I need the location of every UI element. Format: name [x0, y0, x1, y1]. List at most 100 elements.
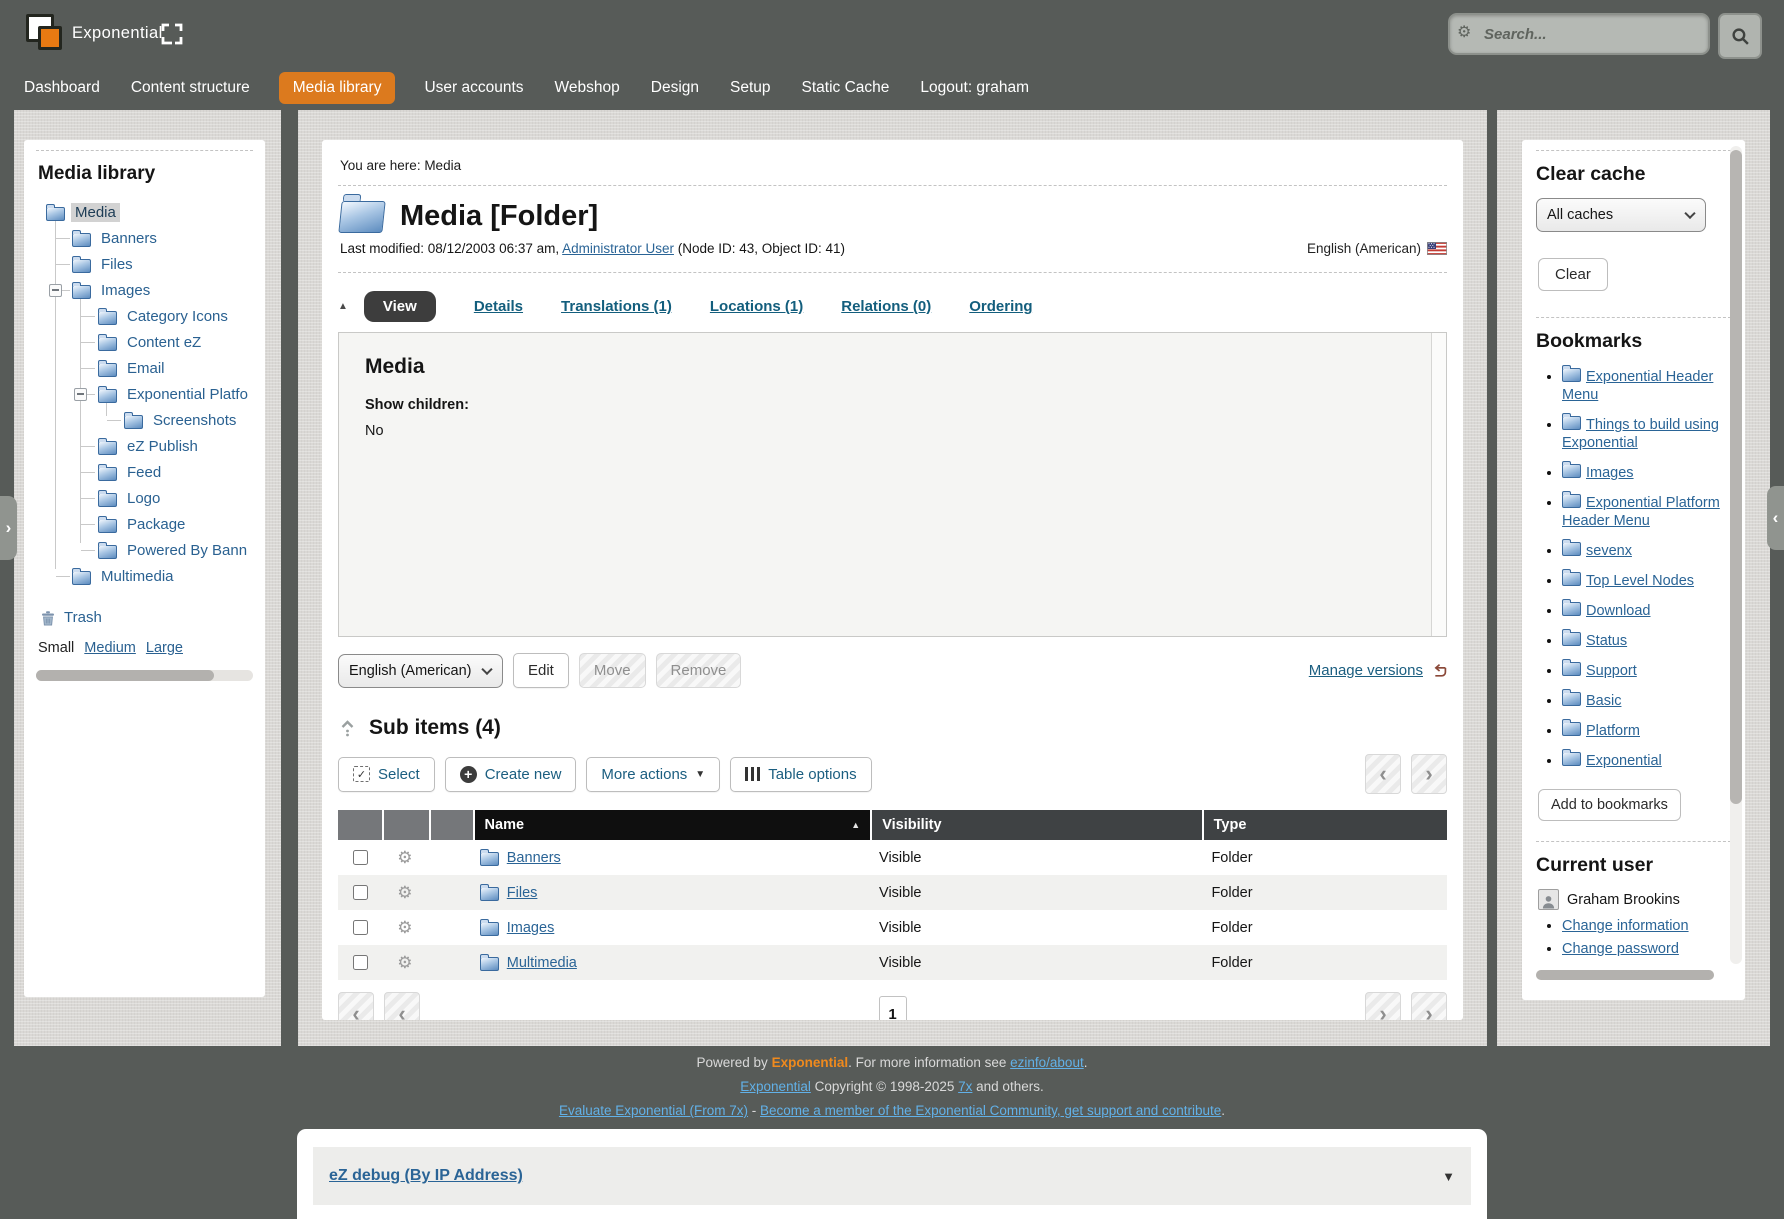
bookmark-link[interactable]: Images [1586, 465, 1634, 481]
powered-prefix: Powered by [697, 1055, 772, 1070]
select-button[interactable]: Select [338, 757, 435, 792]
nav-item[interactable]: User accounts [422, 72, 525, 104]
row-checkbox[interactable] [353, 920, 368, 935]
tree-item-link[interactable]: eZ Publish [123, 437, 202, 456]
tree-item-link[interactable]: Category Icons [123, 307, 232, 326]
sevenx-link[interactable]: 7x [958, 1079, 972, 1094]
row-checkbox[interactable] [353, 955, 368, 970]
tree-item-link[interactable]: Media [71, 203, 120, 222]
row-name-link[interactable]: Banners [507, 850, 561, 866]
bookmark-link[interactable]: Exponential [1586, 753, 1662, 769]
tree-item-link[interactable]: Banners [97, 229, 161, 248]
size-medium-link[interactable]: Medium [84, 640, 136, 656]
row-name-link[interactable]: Files [507, 885, 538, 901]
bookmark-link[interactable]: Platform [1586, 723, 1640, 739]
add-to-bookmarks-button[interactable]: Add to bookmarks [1538, 789, 1681, 821]
ez-debug-link[interactable]: eZ debug (By IP Address) [329, 1167, 523, 1185]
cache-type-select[interactable]: All caches [1536, 198, 1706, 232]
search-button[interactable] [1718, 13, 1762, 59]
row-gear-icon[interactable] [397, 953, 412, 973]
bookmark-link[interactable]: Exponential Platform Header Menu [1562, 495, 1720, 529]
tab[interactable]: Ordering [969, 298, 1032, 315]
collapse-tabs-icon[interactable] [338, 301, 348, 312]
scrollbar-thumb[interactable] [1730, 150, 1742, 804]
exponential-link[interactable]: Exponential [740, 1079, 811, 1094]
row-name-link[interactable]: Multimedia [507, 955, 577, 971]
bookmark-link[interactable]: Support [1586, 663, 1637, 679]
user-link[interactable]: Change password [1562, 941, 1679, 957]
tree-item-link[interactable]: Exponential Platfo [123, 385, 252, 404]
row-checkbox[interactable] [353, 850, 368, 865]
more-actions-button[interactable]: More actions [586, 757, 720, 792]
tree-item-link[interactable]: Images [97, 281, 154, 300]
scrollbar-thumb[interactable] [1536, 970, 1714, 980]
clear-cache-button[interactable]: Clear [1538, 258, 1608, 291]
tab[interactable]: Relations (0) [841, 298, 931, 315]
trash-link[interactable]: Trash [64, 609, 102, 626]
nav-item[interactable]: Design [649, 72, 701, 104]
tree-item-link[interactable]: Content eZ [123, 333, 205, 352]
scrollbar-thumb[interactable] [36, 670, 214, 681]
last-page-button [1411, 992, 1447, 1020]
create-new-button[interactable]: Create new [445, 757, 577, 792]
row-gear-icon[interactable] [397, 883, 412, 903]
bookmark-link[interactable]: sevenx [1586, 543, 1632, 559]
nav-item[interactable]: Logout: graham [918, 72, 1031, 104]
tree-item-link[interactable]: Files [97, 255, 137, 274]
community-link[interactable]: Become a member of the Exponential Commu… [760, 1103, 1221, 1118]
tree-item-link[interactable]: Logo [123, 489, 164, 508]
nav-item[interactable]: Setup [728, 72, 773, 104]
name-column-header[interactable]: Name [475, 810, 871, 840]
row-checkbox[interactable] [353, 885, 368, 900]
bookmark-link[interactable]: Basic [1586, 693, 1621, 709]
ezinfo-about-link[interactable]: ezinfo/about [1010, 1055, 1084, 1070]
manage-versions-link[interactable]: Manage versions [1309, 662, 1423, 679]
bookmark-link[interactable]: Top Level Nodes [1586, 573, 1694, 589]
viewbox-scrollbar-track[interactable] [1431, 333, 1446, 636]
logo-orange-square [38, 26, 62, 50]
fullscreen-icon[interactable] [160, 22, 184, 46]
nav-item[interactable]: Content structure [129, 72, 252, 104]
bookmark-item: Top Level Nodes [1562, 569, 1731, 590]
tree-item-link[interactable]: Screenshots [149, 411, 240, 430]
select-all-header-cell [338, 810, 382, 840]
nav-item[interactable]: Media library [279, 72, 396, 104]
tab[interactable]: Locations (1) [710, 298, 803, 315]
exponential-logo-icon[interactable] [26, 14, 62, 50]
bookmark-link[interactable]: Things to build using Exponential [1562, 417, 1719, 451]
row-gear-icon[interactable] [397, 848, 412, 868]
debug-expand-icon[interactable] [1442, 1169, 1455, 1184]
nav-item[interactable]: Dashboard [22, 72, 102, 104]
evaluate-link[interactable]: Evaluate Exponential (From 7x) [559, 1103, 748, 1118]
collapse-right-panel-tab[interactable] [1767, 486, 1784, 550]
tree-item-link[interactable]: Package [123, 515, 189, 534]
bookmark-link[interactable]: Exponential Header Menu [1562, 369, 1713, 403]
user-link[interactable]: Change information [1562, 918, 1689, 934]
search-input[interactable] [1448, 13, 1710, 55]
bookmark-link[interactable]: Download [1586, 603, 1651, 619]
row-gear-icon[interactable] [397, 918, 412, 938]
object-view-box: Media Show children: No [338, 332, 1447, 637]
table-row: Images Visible Folder [338, 910, 1447, 945]
bookmark-link[interactable]: Status [1586, 633, 1627, 649]
tree-collapse-icon[interactable] [74, 388, 87, 401]
language-select[interactable]: English (American) [338, 654, 503, 688]
table-options-button[interactable]: Table options [730, 757, 871, 792]
modifier-user-link[interactable]: Administrator User [562, 241, 674, 256]
edit-button[interactable]: Edit [513, 653, 569, 688]
tab[interactable]: Details [474, 298, 523, 315]
tree-item-link[interactable]: Feed [123, 463, 165, 482]
expand-left-panel-tab[interactable] [0, 496, 17, 560]
nav-item[interactable]: Static Cache [800, 72, 892, 104]
tree-item-link[interactable]: Multimedia [97, 567, 178, 586]
tab[interactable]: View [364, 291, 436, 322]
size-large-link[interactable]: Large [146, 640, 183, 656]
row-name-link[interactable]: Images [507, 920, 555, 936]
collapse-section-icon[interactable] [340, 720, 355, 737]
tab[interactable]: Translations (1) [561, 298, 672, 315]
nav-item[interactable]: Webshop [553, 72, 622, 104]
tree-collapse-icon[interactable] [49, 284, 62, 297]
checkbox-icon [353, 766, 370, 782]
tree-item-link[interactable]: Email [123, 359, 169, 378]
tree-item-link[interactable]: Powered By Bann [123, 541, 251, 560]
